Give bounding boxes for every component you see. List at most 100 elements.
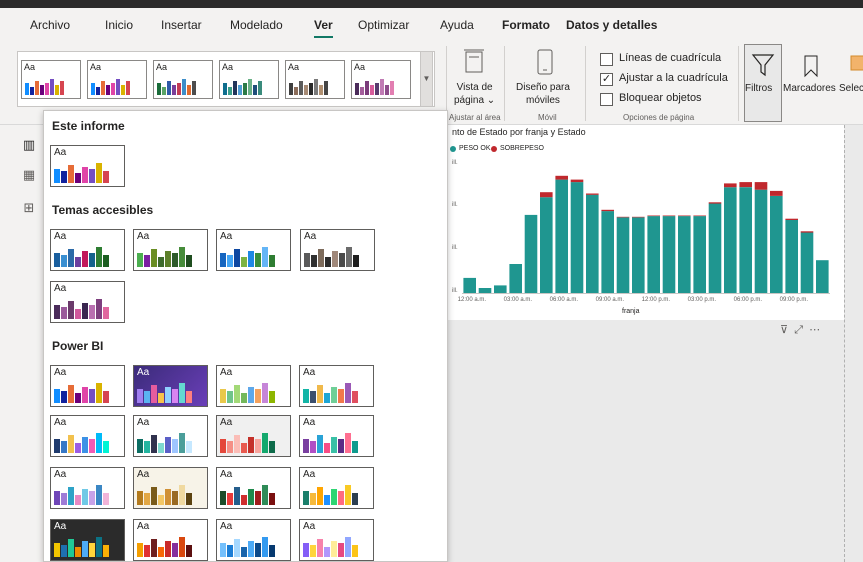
bar-peso-ok[interactable] — [662, 216, 676, 293]
bar-sobrepeso[interactable] — [754, 182, 768, 190]
theme-thumb[interactable]: Aa — [50, 365, 125, 407]
bookmarks-label[interactable]: Marcadores — [783, 82, 836, 95]
theme-thumb[interactable]: Aa — [216, 365, 291, 407]
selection-label[interactable]: Selec — [839, 82, 863, 95]
theme-thumb[interactable]: Aa — [299, 519, 374, 561]
bar-sobrepeso[interactable] — [739, 182, 752, 188]
page-view-icon[interactable] — [463, 48, 485, 74]
bar-peso-ok[interactable] — [540, 197, 553, 293]
theme-thumb[interactable]: Aa — [50, 519, 125, 561]
report-view-icon[interactable]: ▥ — [20, 137, 38, 155]
bar-peso-ok[interactable] — [509, 264, 522, 293]
tab-inicio[interactable]: Inicio — [105, 18, 133, 32]
theme-thumb[interactable]: Aa — [50, 281, 125, 323]
theme-thumb[interactable]: Aa — [133, 365, 208, 407]
table-view-icon[interactable]: ▦ — [20, 167, 38, 185]
bar-peso-ok[interactable] — [693, 216, 706, 293]
page-view-button[interactable]: Vista de página ⌄ — [454, 81, 495, 107]
theme-thumb[interactable]: Aa — [133, 415, 208, 457]
mobile-layout-icon[interactable] — [536, 48, 554, 76]
tab-ayuda[interactable]: Ayuda — [440, 18, 474, 32]
theme-thumb[interactable]: Aa — [216, 519, 291, 561]
gallery-theme-thumb[interactable]: Aa — [153, 60, 213, 99]
theme-thumb[interactable]: Aa — [133, 229, 208, 271]
bar-peso-ok[interactable] — [463, 277, 476, 293]
mobile-layout-button[interactable]: Diseño para móviles — [516, 81, 570, 107]
bar-peso-ok[interactable] — [478, 288, 492, 293]
tab-formato[interactable]: Formato — [502, 18, 550, 32]
bar-sobrepeso[interactable] — [540, 192, 553, 198]
theme-thumb[interactable]: Aa — [299, 467, 374, 509]
bar-sobrepeso[interactable] — [678, 215, 691, 217]
theme-thumb[interactable]: Aa — [300, 229, 375, 271]
bar-peso-ok[interactable] — [616, 217, 630, 293]
gallery-theme-thumb[interactable]: Aa — [87, 60, 147, 99]
bar-sobrepeso[interactable] — [647, 215, 660, 217]
theme-thumb[interactable]: Aa — [50, 145, 125, 187]
visual-filter-icon[interactable]: ⊽ — [780, 324, 788, 336]
bar-peso-ok[interactable] — [724, 187, 737, 293]
tab-modelado[interactable]: Modelado — [230, 18, 283, 32]
bookmark-icon[interactable] — [802, 54, 820, 78]
more-options-icon[interactable]: ⋯ — [809, 324, 820, 336]
bar-sobrepeso[interactable] — [693, 215, 706, 217]
bar-peso-ok[interactable] — [816, 260, 829, 293]
theme-gallery[interactable]: Aa Aa Aa Aa Aa Aa — [17, 51, 435, 107]
bar-sobrepeso[interactable] — [570, 179, 584, 183]
model-view-icon[interactable]: ⊞ — [20, 200, 38, 218]
bar-peso-ok[interactable] — [800, 232, 814, 294]
focus-mode-icon[interactable]: ⤢ — [794, 324, 803, 336]
bar-peso-ok[interactable] — [739, 187, 752, 293]
bar-sobrepeso[interactable] — [586, 193, 599, 195]
bar-sobrepeso[interactable] — [632, 216, 645, 218]
theme-thumb[interactable]: Aa — [50, 467, 125, 509]
tab-insertar[interactable]: Insertar — [161, 18, 202, 32]
bar-peso-ok[interactable] — [647, 216, 660, 293]
theme-thumb[interactable]: Aa — [133, 467, 208, 509]
tab-archivo[interactable]: Archivo — [30, 18, 70, 32]
bar-peso-ok[interactable] — [570, 182, 584, 293]
bar-sobrepeso[interactable] — [616, 216, 630, 218]
bar-sobrepeso[interactable] — [601, 209, 614, 212]
bar-sobrepeso[interactable] — [770, 190, 783, 196]
bar-peso-ok[interactable] — [754, 189, 768, 293]
bar-peso-ok[interactable] — [494, 285, 507, 293]
theme-thumb[interactable]: Aa — [216, 229, 291, 271]
gallery-expand-button[interactable]: ▼ — [420, 51, 433, 107]
selection-icon[interactable] — [849, 52, 863, 76]
bar-peso-ok[interactable] — [586, 194, 599, 293]
gallery-theme-thumb[interactable]: Aa — [219, 60, 279, 99]
bar-peso-ok[interactable] — [678, 216, 691, 293]
bar-peso-ok[interactable] — [785, 219, 798, 293]
bar-peso-ok[interactable] — [632, 217, 645, 293]
bar-sobrepeso[interactable] — [800, 231, 814, 233]
theme-thumb[interactable]: Aa — [216, 467, 291, 509]
theme-thumb[interactable]: Aa — [50, 229, 125, 271]
theme-thumb[interactable]: Aa — [216, 415, 291, 457]
bar-peso-ok[interactable] — [770, 196, 783, 293]
bar-peso-ok[interactable] — [524, 214, 538, 293]
gallery-theme-thumb[interactable]: Aa — [285, 60, 345, 99]
bar-sobrepeso[interactable] — [724, 183, 737, 188]
theme-thumb-bar — [75, 173, 81, 183]
tab-optimizar[interactable]: Optimizar — [358, 18, 409, 32]
gallery-theme-thumb[interactable]: Aa — [351, 60, 411, 99]
gridlines-checkbox[interactable] — [600, 53, 613, 66]
lock-objects-checkbox[interactable] — [600, 93, 613, 106]
bar-peso-ok[interactable] — [708, 203, 722, 294]
bar-sobrepeso[interactable] — [662, 215, 676, 217]
bar-peso-ok[interactable] — [601, 211, 614, 293]
theme-thumb[interactable]: Aa — [299, 365, 374, 407]
theme-thumb[interactable]: Aa — [133, 519, 208, 561]
chart-visual[interactable]: nto de Estado por franja y Estado PESO O… — [448, 125, 844, 320]
tab-ver[interactable]: Ver — [314, 18, 333, 38]
bar-sobrepeso[interactable] — [555, 175, 568, 180]
theme-thumb[interactable]: Aa — [50, 415, 125, 457]
tab-datos-y-detalles[interactable]: Datos y detalles — [566, 18, 657, 32]
snap-to-grid-checkbox[interactable]: ✓ — [600, 73, 613, 86]
bar-sobrepeso[interactable] — [785, 218, 798, 220]
gallery-theme-thumb[interactable]: Aa — [21, 60, 81, 99]
bar-peso-ok[interactable] — [555, 179, 568, 293]
theme-thumb[interactable]: Aa — [299, 415, 374, 457]
bar-sobrepeso[interactable] — [708, 202, 722, 204]
